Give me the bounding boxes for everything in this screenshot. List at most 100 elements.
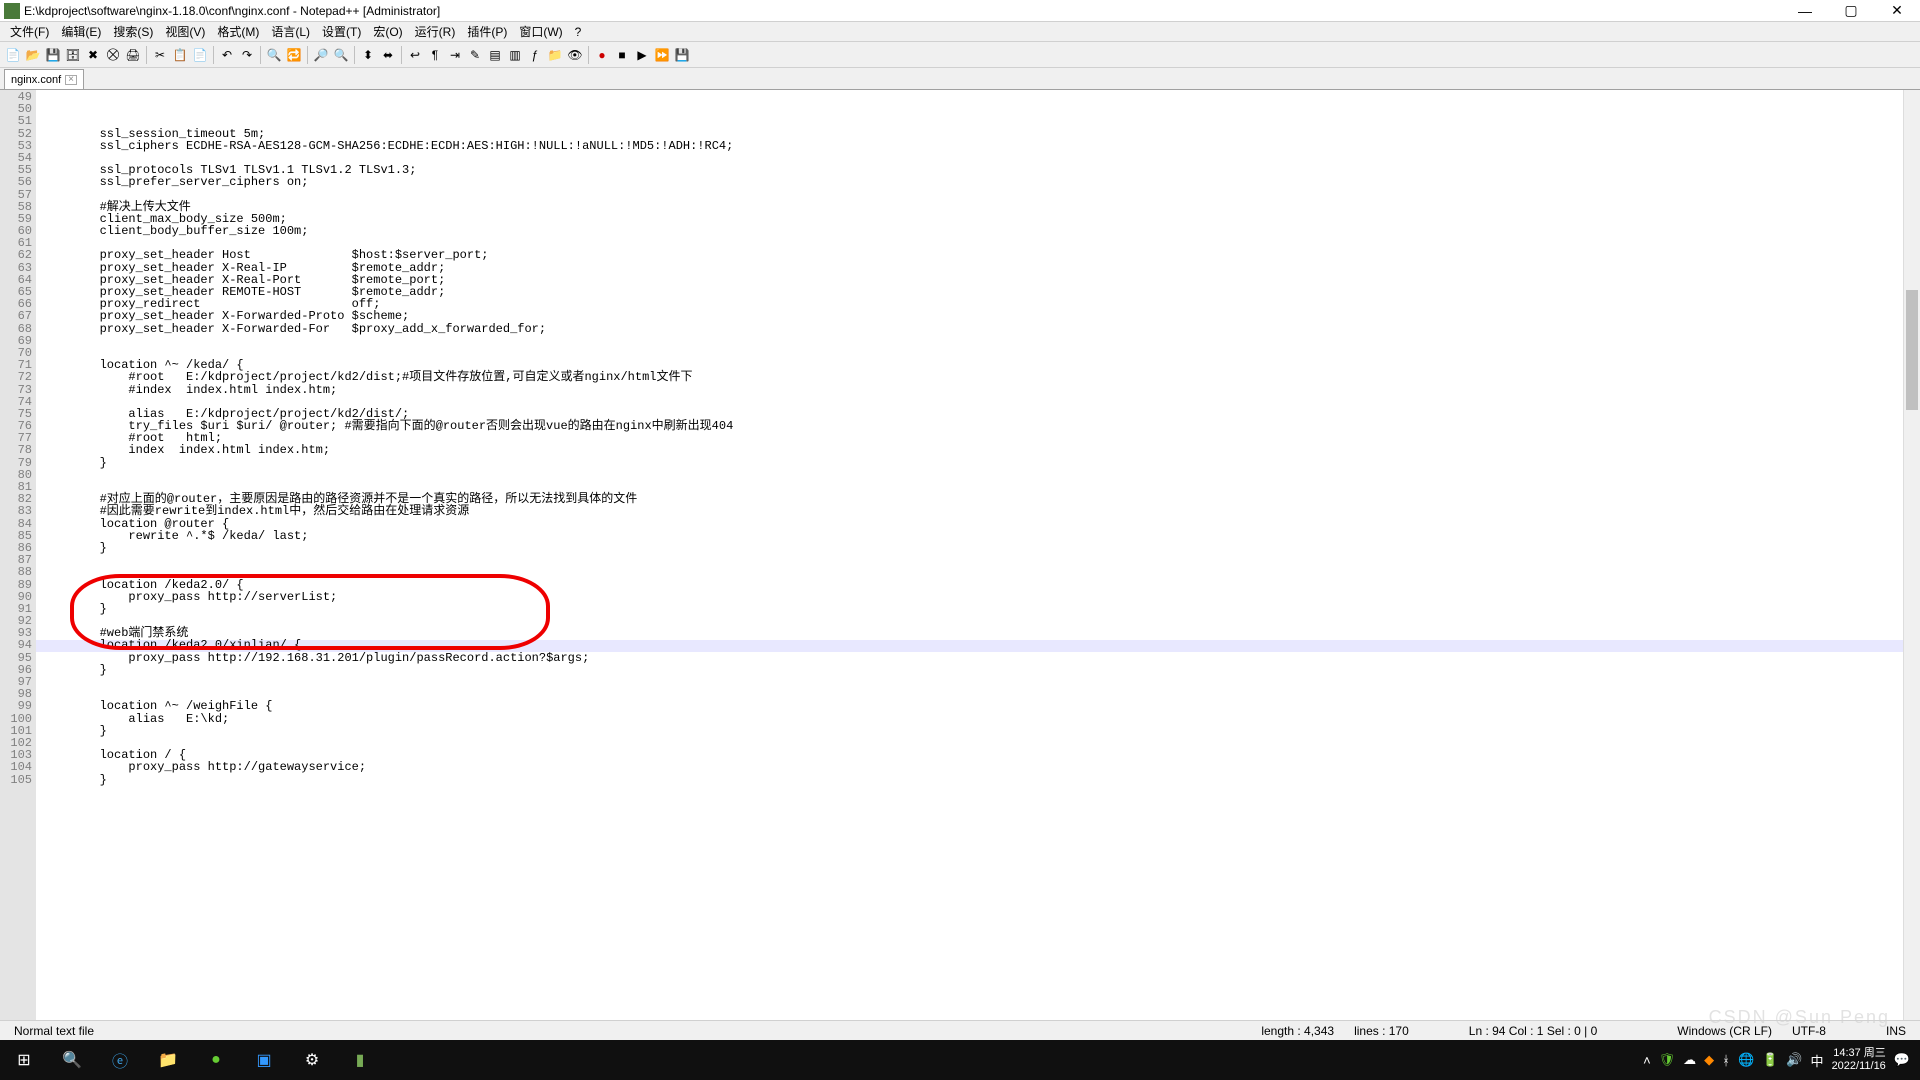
monitoring-icon[interactable]: 👁 bbox=[566, 46, 584, 64]
user-lang-icon[interactable]: ✎ bbox=[466, 46, 484, 64]
tray-chevron-icon[interactable]: ˄ bbox=[1643, 1053, 1651, 1068]
tray-battery-icon[interactable]: 🔋 bbox=[1762, 1052, 1778, 1068]
code-line[interactable]: } bbox=[42, 542, 1903, 554]
save-icon[interactable]: 💾 bbox=[44, 46, 62, 64]
tray-network-icon[interactable]: 🌐 bbox=[1738, 1052, 1754, 1068]
tray-app-icon[interactable]: ◆ bbox=[1704, 1052, 1714, 1068]
copy-icon[interactable]: 📋 bbox=[171, 46, 189, 64]
code-line[interactable]: proxy_pass http://serverList; bbox=[42, 591, 1903, 603]
close-file-icon[interactable]: ✖ bbox=[84, 46, 102, 64]
code-line[interactable]: ssl_protocols TLSv1 TLSv1.1 TLSv1.2 TLSv… bbox=[42, 164, 1903, 176]
code-line[interactable]: #解决上传大文件 bbox=[42, 201, 1903, 213]
code-line[interactable]: alias E:\kd; bbox=[42, 713, 1903, 725]
code-line[interactable]: client_max_body_size 500m; bbox=[42, 213, 1903, 225]
save-macro-icon[interactable]: 💾 bbox=[673, 46, 691, 64]
vertical-scrollbar[interactable] bbox=[1903, 90, 1920, 1020]
code-line[interactable]: proxy_set_header X-Forwarded-For $proxy_… bbox=[42, 323, 1903, 335]
code-line[interactable]: } bbox=[42, 603, 1903, 615]
save-all-icon[interactable]: 🗄 bbox=[64, 46, 82, 64]
code-line[interactable]: #因此需要rewrite到index.html中，然后交给路由在处理请求资源 bbox=[42, 505, 1903, 517]
code-line[interactable]: index index.html index.htm; bbox=[42, 444, 1903, 456]
menu-item[interactable]: 文件(F) bbox=[4, 21, 55, 42]
sync-hscroll-icon[interactable]: ⬌ bbox=[379, 46, 397, 64]
menu-item[interactable]: 语言(L) bbox=[265, 21, 316, 42]
function-list-icon[interactable]: ƒ bbox=[526, 46, 544, 64]
folder-workspace-icon[interactable]: 📁 bbox=[546, 46, 564, 64]
code-line[interactable] bbox=[42, 786, 1903, 798]
tab-close-icon[interactable]: × bbox=[65, 75, 77, 85]
close-all-icon[interactable]: ⛒ bbox=[104, 46, 122, 64]
indent-guide-icon[interactable]: ⇥ bbox=[446, 46, 464, 64]
find-icon[interactable]: 🔍 bbox=[265, 46, 283, 64]
tray-security-icon[interactable]: 🛡 bbox=[1659, 1052, 1676, 1068]
menu-item[interactable]: 搜索(S) bbox=[107, 21, 159, 42]
wordwrap-icon[interactable]: ↩ bbox=[406, 46, 424, 64]
replace-icon[interactable]: 🔁 bbox=[285, 46, 303, 64]
close-button[interactable]: ✕ bbox=[1874, 0, 1920, 22]
tab-nginx-conf[interactable]: nginx.conf × bbox=[4, 69, 84, 89]
menu-item[interactable]: 运行(R) bbox=[409, 21, 462, 42]
start-button[interactable]: ⊞ bbox=[0, 1040, 48, 1080]
menu-item[interactable]: 窗口(W) bbox=[513, 21, 568, 42]
code-line[interactable] bbox=[42, 676, 1903, 688]
menu-item[interactable]: 设置(T) bbox=[316, 21, 367, 42]
record-macro-icon[interactable]: ● bbox=[593, 46, 611, 64]
open-file-icon[interactable]: 📂 bbox=[24, 46, 42, 64]
menu-item[interactable]: 宏(O) bbox=[367, 21, 408, 42]
code-line[interactable]: location ^~ /weighFile { bbox=[42, 700, 1903, 712]
print-icon[interactable]: 🖨 bbox=[124, 46, 142, 64]
code-line[interactable]: proxy_set_header X-Forwarded-Proto $sche… bbox=[42, 310, 1903, 322]
code-line[interactable]: location @router { bbox=[42, 518, 1903, 530]
sync-vscroll-icon[interactable]: ⬍ bbox=[359, 46, 377, 64]
code-line[interactable]: try_files $uri $uri/ @router; #需要指向下面的@r… bbox=[42, 420, 1903, 432]
menu-item[interactable]: 视图(V) bbox=[159, 21, 211, 42]
scrollbar-thumb[interactable] bbox=[1906, 290, 1918, 410]
app-icon-1[interactable]: ▣ bbox=[240, 1040, 288, 1080]
browser-icon[interactable]: ● bbox=[192, 1040, 240, 1080]
code-line[interactable]: } bbox=[42, 774, 1903, 786]
code-line[interactable]: #web端门禁系统 bbox=[42, 627, 1903, 639]
code-line[interactable] bbox=[42, 347, 1903, 359]
minimize-button[interactable]: — bbox=[1782, 0, 1828, 22]
menu-item[interactable]: 插件(P) bbox=[461, 21, 513, 42]
code-line[interactable] bbox=[42, 554, 1903, 566]
menu-item[interactable]: ? bbox=[569, 23, 588, 41]
paste-icon[interactable]: 📄 bbox=[191, 46, 209, 64]
code-line[interactable] bbox=[42, 335, 1903, 347]
code-line[interactable]: rewrite ^.*$ /keda/ last; bbox=[42, 530, 1903, 542]
doc-map-icon[interactable]: ▤ bbox=[486, 46, 504, 64]
code-line[interactable] bbox=[42, 189, 1903, 201]
tray-bluetooth-icon[interactable]: ᚼ bbox=[1722, 1053, 1730, 1068]
play-multi-icon[interactable]: ⏩ bbox=[653, 46, 671, 64]
code-line[interactable] bbox=[42, 798, 1903, 810]
stop-macro-icon[interactable]: ■ bbox=[613, 46, 631, 64]
ie-icon[interactable]: ⓔ bbox=[96, 1040, 144, 1080]
doc-list-icon[interactable]: ▥ bbox=[506, 46, 524, 64]
tray-ime-icon[interactable]: 中 bbox=[1811, 1051, 1824, 1070]
tray-onedrive-icon[interactable]: ☁ bbox=[1683, 1052, 1696, 1068]
code-line[interactable]: ssl_session_timeout 5m; bbox=[42, 128, 1903, 140]
play-macro-icon[interactable]: ▶ bbox=[633, 46, 651, 64]
code-line[interactable]: client_body_buffer_size 100m; bbox=[42, 225, 1903, 237]
code-line[interactable]: location /keda2.0/xinlian/ { bbox=[42, 639, 1903, 651]
code-line[interactable]: location /keda2.0/ { bbox=[42, 579, 1903, 591]
code-line[interactable] bbox=[42, 810, 1903, 822]
redo-icon[interactable]: ↷ bbox=[238, 46, 256, 64]
code-line[interactable]: } bbox=[42, 457, 1903, 469]
search-icon[interactable]: 🔍 bbox=[48, 1040, 96, 1080]
editor[interactable]: 4950515253545556575859606162636465666768… bbox=[0, 90, 1920, 1020]
code-line[interactable] bbox=[42, 615, 1903, 627]
notepad-plus-plus-taskbar-icon[interactable]: ▮ bbox=[336, 1040, 384, 1080]
code-line[interactable]: #index index.html index.htm; bbox=[42, 384, 1903, 396]
menu-item[interactable]: 编辑(E) bbox=[55, 21, 107, 42]
tray-volume-icon[interactable]: 🔊 bbox=[1786, 1052, 1802, 1068]
maximize-button[interactable]: ▢ bbox=[1828, 0, 1874, 22]
code-line[interactable]: proxy_pass http://gatewayservice; bbox=[42, 761, 1903, 773]
code-line[interactable]: proxy_pass http://192.168.31.201/plugin/… bbox=[42, 652, 1903, 664]
code-line[interactable] bbox=[42, 737, 1903, 749]
zoom-out-icon[interactable]: 🔍 bbox=[332, 46, 350, 64]
app-icon-2[interactable]: ⚙ bbox=[288, 1040, 336, 1080]
code-line[interactable] bbox=[42, 688, 1903, 700]
file-explorer-icon[interactable]: 📁 bbox=[144, 1040, 192, 1080]
code-line[interactable]: ssl_prefer_server_ciphers on; bbox=[42, 176, 1903, 188]
